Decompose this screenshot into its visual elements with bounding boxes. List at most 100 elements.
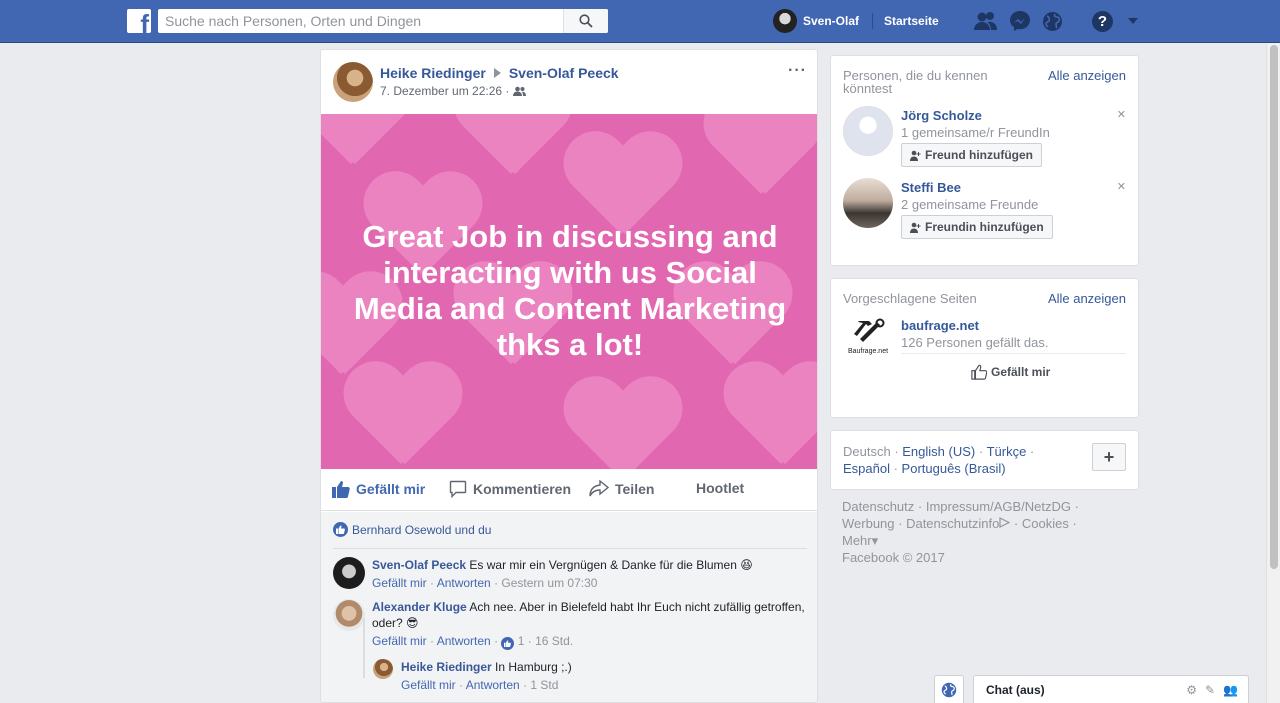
help-icon[interactable]: ? <box>1092 11 1113 32</box>
post-options-more-icon[interactable]: ··· <box>788 62 807 80</box>
new-message-edit-icon[interactable]: ✎ <box>1205 683 1215 697</box>
likes-summary[interactable]: Bernhard Osewold und du <box>333 522 491 537</box>
footer-link[interactable]: Datenschutz <box>842 499 914 514</box>
footer-link[interactable]: Datenschutzinfo <box>906 516 999 531</box>
comment-footer: Gefällt mir · Antworten · 1 Std <box>401 678 559 692</box>
notifications-globe-icon[interactable] <box>1040 10 1064 32</box>
comment-like-link[interactable]: Gefällt mir <box>401 678 456 692</box>
comment-reply: Heike Riedinger In Hamburg ;.) Gefällt m… <box>373 659 807 693</box>
people-you-may-know-box: Personen, die du kennen könntest Alle an… <box>830 55 1139 266</box>
like-page-label: Gefällt mir <box>991 365 1051 379</box>
home-link[interactable]: Startseite <box>884 14 939 28</box>
comment-reply-link[interactable]: Antworten <box>466 678 520 692</box>
post-target-link[interactable]: Sven-Olaf Peeck <box>509 65 619 81</box>
language-list: Deutsch · English (US) · Türkçe · Españo… <box>843 444 1035 476</box>
facebook-logo-icon[interactable]: f <box>127 9 151 33</box>
adchoices-icon[interactable] <box>999 517 1011 528</box>
account-menu-chevron-down-icon[interactable] <box>1128 18 1138 24</box>
language-link[interactable]: English (US) <box>902 444 975 459</box>
share-button[interactable]: Teilen <box>589 480 654 498</box>
comment-timestamp[interactable]: Gestern um 07:30 <box>501 576 597 590</box>
comment-button[interactable]: Kommentieren <box>449 480 571 498</box>
heart-decoration-icon <box>561 379 681 469</box>
add-friend-button[interactable]: Freund hinzufügen <box>901 143 1042 167</box>
comment-reaction-count[interactable]: 1 <box>518 634 525 648</box>
chevron-down-icon[interactable]: ▾ <box>872 533 879 548</box>
comment-author-link[interactable]: Sven-Olaf Peeck <box>372 558 466 572</box>
dismiss-close-icon[interactable]: ✕ <box>1117 108 1126 121</box>
footer-link[interactable]: Impressum/AGB/NetzDG <box>926 499 1071 514</box>
current-language: Deutsch <box>843 444 891 459</box>
post-image-banner[interactable]: Great Job in discussing and interacting … <box>321 114 817 469</box>
avatar[interactable] <box>843 178 893 228</box>
audience-friends-icon[interactable] <box>513 86 527 96</box>
page-name-link[interactable]: baufrage.net <box>901 318 979 333</box>
chat-globe-icon[interactable] <box>934 675 964 703</box>
comment: Alexander Kluge Ach nee. Aber in Bielefe… <box>333 599 807 651</box>
dismiss-close-icon[interactable]: ✕ <box>1117 180 1126 193</box>
add-friend-button[interactable]: Freundin hinzufügen <box>901 215 1053 239</box>
mutual-friends[interactable]: 2 gemeinsame Freunde <box>901 197 1038 212</box>
footer-link[interactable]: Werbung <box>842 516 895 531</box>
see-all-people-link[interactable]: Alle anzeigen <box>1048 68 1126 83</box>
language-box: Deutsch · English (US) · Türkçe · Españo… <box>830 430 1139 490</box>
comment-author-link[interactable]: Heike Riedinger <box>401 660 492 674</box>
search-icon <box>579 14 593 28</box>
messenger-icon[interactable] <box>1008 10 1032 32</box>
avatar[interactable] <box>333 62 373 102</box>
search-input[interactable] <box>158 9 563 33</box>
page-likes: 126 Personen gefällt das. <box>901 335 1049 350</box>
comment-reply-link[interactable]: Antworten <box>437 576 491 590</box>
add-friend-label: Freundin hinzufügen <box>925 220 1044 234</box>
mutual-friends[interactable]: 1 gemeinsame/r FreundIn <box>901 125 1050 140</box>
profile-link[interactable]: Sven-Olaf <box>773 9 859 33</box>
comment-like-link[interactable]: Gefällt mir <box>372 634 427 648</box>
page-scrollbar[interactable] <box>1266 43 1280 703</box>
top-bar: f Sven-Olaf Startseite ? <box>0 0 1280 43</box>
thumbs-up-icon <box>332 481 350 498</box>
like-button[interactable]: Gefällt mir <box>332 480 425 498</box>
person-name-link[interactable]: Steffi Bee <box>901 180 961 195</box>
news-feed-post: Heike Riedinger Sven-Olaf Peeck 7. Dezem… <box>320 49 818 703</box>
chat-bar[interactable]: Chat (aus) ⚙ ✎ 👥 <box>973 675 1249 703</box>
footer-link[interactable]: Mehr <box>842 533 872 548</box>
post-header: Heike Riedinger Sven-Olaf Peeck 7. Dezem… <box>321 50 817 114</box>
chat-actions: ⚙ ✎ 👥 <box>1186 683 1238 697</box>
heart-decoration-icon <box>701 114 817 204</box>
page-logo[interactable]: Baufrage.net <box>843 317 893 363</box>
scrollbar-thumb[interactable] <box>1270 45 1278 569</box>
friend-requests-icon[interactable] <box>974 10 998 32</box>
search-button[interactable] <box>563 9 608 33</box>
add-group-icon[interactable]: 👥 <box>1223 683 1238 697</box>
more-languages-plus-icon[interactable]: + <box>1092 443 1126 471</box>
comment-timestamp[interactable]: 1 Std <box>530 678 558 692</box>
avatar[interactable] <box>373 659 393 679</box>
hootlet-button[interactable]: Hootlet <box>696 480 744 496</box>
comments-section: Bernhard Osewold und du Sven-Olaf Peeck … <box>321 512 817 702</box>
person-name-link[interactable]: Jörg Scholze <box>901 108 982 123</box>
comment-button-label: Kommentieren <box>473 481 572 497</box>
comment-reply-link[interactable]: Antworten <box>437 634 491 648</box>
avatar[interactable] <box>333 599 365 631</box>
language-link[interactable]: Português (Brasil) <box>902 461 1006 476</box>
comment-like-link[interactable]: Gefällt mir <box>372 576 427 590</box>
like-page-button[interactable]: Gefällt mir <box>971 364 1050 380</box>
like-reaction-icon <box>333 522 348 537</box>
footer-link[interactable]: Cookies <box>1022 516 1069 531</box>
divider <box>333 548 807 549</box>
avatar[interactable] <box>333 557 365 589</box>
profile-name: Sven-Olaf <box>803 14 860 28</box>
language-link[interactable]: Türkçe <box>987 444 1027 459</box>
language-link[interactable]: Español <box>843 461 890 476</box>
thumbs-up-icon <box>971 364 987 380</box>
comment-author-link[interactable]: Alexander Kluge <box>372 600 467 614</box>
post-timestamp[interactable]: 7. Dezember um 22:26 · <box>380 84 509 98</box>
see-all-pages-link[interactable]: Alle anzeigen <box>1048 291 1126 306</box>
comment-text: In Hamburg ;.) <box>495 660 572 674</box>
gear-icon[interactable]: ⚙ <box>1186 683 1197 697</box>
suggested-person: Steffi Bee 2 gemeinsame Freunde Freundin… <box>843 178 1126 239</box>
avatar[interactable] <box>843 106 893 156</box>
hammer-tools-icon <box>854 318 885 342</box>
post-author-link[interactable]: Heike Riedinger <box>380 65 486 81</box>
comment-timestamp[interactable]: 16 Std. <box>535 634 573 648</box>
